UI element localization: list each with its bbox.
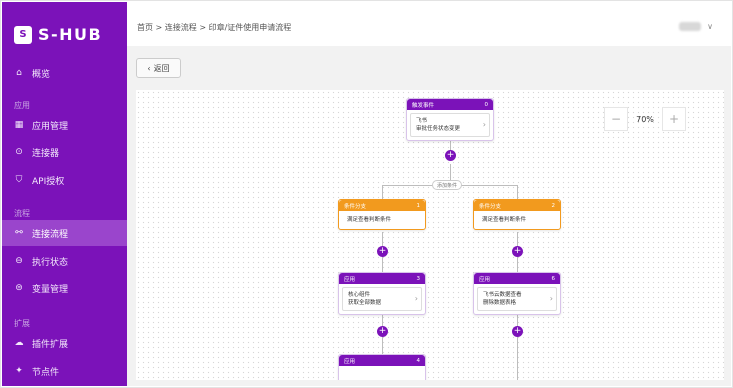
sidebar-item-label: 变量管理 — [32, 284, 69, 295]
node-icon: ✦ — [15, 366, 23, 376]
sidebar-item-nodes[interactable]: ✦ 节点件 — [2, 358, 127, 384]
sidebar-item-exec-status[interactable]: ⊖ 执行状态 — [2, 248, 127, 274]
add-step-button[interactable]: + — [377, 326, 388, 337]
sidebar-item-label: 概览 — [32, 69, 51, 80]
connector-line — [517, 312, 518, 380]
zoom-in-button[interactable]: + — [662, 107, 686, 131]
grid-icon: ▦ — [14, 120, 24, 130]
back-button[interactable]: ‹ 返回 — [136, 58, 181, 78]
node-header: 应用 3 — [339, 273, 425, 284]
node-number: 2 — [551, 202, 556, 209]
node-app: 飞书 — [416, 118, 428, 124]
node-title: 应用 — [344, 276, 356, 283]
node-action: 审批任务状态变更 — [416, 126, 461, 132]
node-body: 满足查看判断条件 — [477, 214, 557, 226]
node-header: 应用 6 — [474, 273, 560, 284]
flow-node-trigger[interactable]: 触发事件 0 飞书 审批任务状态变更 › — [406, 98, 494, 141]
flow-node-condition-1[interactable]: 条件分支 1 满足查看判断条件 — [338, 199, 426, 230]
add-step-button[interactable]: + — [512, 246, 523, 257]
section-title-apps: 应用 — [14, 101, 30, 110]
home-icon: ⌂ — [16, 68, 22, 78]
condition-text: 满足查看判断条件 — [347, 217, 392, 223]
brand-logo[interactable]: S S-HUB — [14, 25, 102, 44]
section-title-extensions: 扩展 — [14, 319, 30, 328]
sidebar: S S-HUB ⌂ 概览 应用 ▦ 应用管理 ⊙ 连接器 ⛉ API授权 流程 … — [2, 2, 127, 386]
node-title: 条件分支 — [479, 203, 502, 210]
sidebar-item-connect-flows[interactable]: ⚯ 连接流程 — [2, 220, 127, 246]
node-action: 获取全部数据 — [348, 300, 382, 306]
node-header: 触发事件 0 — [407, 99, 493, 110]
flow-node-app-3[interactable]: 应用 3 核心组件 获取全部数据 › — [338, 272, 426, 315]
node-number: 3 — [416, 275, 421, 282]
connector-line — [517, 185, 518, 199]
sidebar-item-label: 插件扩展 — [32, 339, 69, 350]
chevron-right-icon: › — [414, 294, 418, 303]
link-icon: ⚯ — [15, 228, 23, 238]
flow-node-app-4[interactable]: 应用 4 — [338, 354, 426, 380]
sidebar-item-label: API授权 — [32, 176, 65, 187]
node-number: 4 — [416, 357, 421, 364]
node-app: 核心组件 — [348, 292, 371, 298]
node-body[interactable]: 飞书云数据查看 删除数据表格 › — [477, 287, 557, 311]
flow-canvas[interactable]: − 70% + 触发事件 0 飞书 审批任务状态变更 › + 添加条件 条件分支… — [136, 90, 724, 380]
chevron-left-icon: ‹ — [147, 63, 151, 73]
zoom-out-button[interactable]: − — [604, 107, 628, 131]
sidebar-item-plugins[interactable]: ☁ 插件扩展 — [2, 330, 127, 356]
section-title-flows: 流程 — [14, 209, 30, 218]
node-number: 0 — [484, 101, 489, 108]
connector-line — [382, 185, 383, 199]
user-menu[interactable]: ∨ — [678, 22, 713, 31]
node-title: 应用 — [479, 276, 491, 283]
zoom-controls: − 70% + — [604, 107, 686, 131]
node-body[interactable]: 飞书 审批任务状态变更 › — [410, 113, 490, 137]
node-body: 满足查看判断条件 — [342, 214, 422, 226]
avatar — [678, 22, 701, 31]
brand-name: S-HUB — [38, 25, 103, 44]
zoom-level: 70% — [636, 114, 654, 124]
node-body[interactable]: 核心组件 获取全部数据 › — [342, 287, 422, 311]
node-title: 条件分支 — [344, 203, 367, 210]
variable-icon: ⊜ — [15, 283, 23, 293]
chevron-right-icon: › — [549, 294, 553, 303]
sidebar-item-overview[interactable]: ⌂ 概览 — [2, 60, 127, 86]
back-button-label: 返回 — [153, 63, 170, 73]
sidebar-item-label: 连接流程 — [32, 229, 69, 240]
add-step-button[interactable]: + — [512, 326, 523, 337]
node-header: 条件分支 1 — [339, 200, 425, 211]
node-title: 触发事件 — [412, 102, 435, 109]
node-action: 删除数据表格 — [483, 300, 517, 306]
chevron-right-icon: › — [482, 120, 486, 129]
add-condition-label[interactable]: 添加条件 — [432, 180, 463, 190]
condition-text: 满足查看判断条件 — [482, 217, 527, 223]
node-header: 条件分支 2 — [474, 200, 560, 211]
sidebar-item-label: 执行状态 — [32, 257, 69, 268]
logo-mark-icon: S — [14, 25, 32, 44]
node-number: 1 — [416, 202, 421, 209]
node-title: 应用 — [344, 358, 356, 365]
main-area: 首页 > 连接流程 > 印章/证件使用申请流程 ∨ ‹ 返回 − 70% + 触… — [127, 2, 731, 386]
add-step-button[interactable]: + — [377, 246, 388, 257]
sidebar-item-api-auth[interactable]: ⛉ API授权 — [2, 167, 127, 193]
sidebar-item-app-management[interactable]: ▦ 应用管理 — [2, 112, 127, 138]
top-bar: 首页 > 连接流程 > 印章/证件使用申请流程 ∨ — [127, 2, 731, 46]
sidebar-item-variables[interactable]: ⊜ 变量管理 — [2, 275, 127, 301]
flow-node-app-6[interactable]: 应用 6 飞书云数据查看 删除数据表格 › — [473, 272, 561, 315]
status-icon: ⊖ — [15, 256, 23, 266]
chevron-down-icon: ∨ — [707, 22, 713, 31]
sidebar-item-label: 节点件 — [32, 367, 60, 378]
sidebar-item-label: 应用管理 — [32, 121, 69, 132]
add-step-button[interactable]: + — [445, 150, 456, 161]
node-app: 飞书云数据查看 — [483, 292, 522, 298]
node-number: 6 — [551, 275, 556, 282]
shield-icon: ⛉ — [15, 175, 23, 185]
cloud-icon: ☁ — [14, 338, 24, 348]
breadcrumb[interactable]: 首页 > 连接流程 > 印章/证件使用申请流程 — [137, 22, 291, 33]
sidebar-item-connectors[interactable]: ⊙ 连接器 — [2, 139, 127, 165]
connector-icon: ⊙ — [15, 147, 23, 157]
node-header: 应用 4 — [339, 355, 425, 366]
sidebar-item-label: 连接器 — [32, 148, 60, 159]
flow-node-condition-2[interactable]: 条件分支 2 满足查看判断条件 — [473, 199, 561, 230]
